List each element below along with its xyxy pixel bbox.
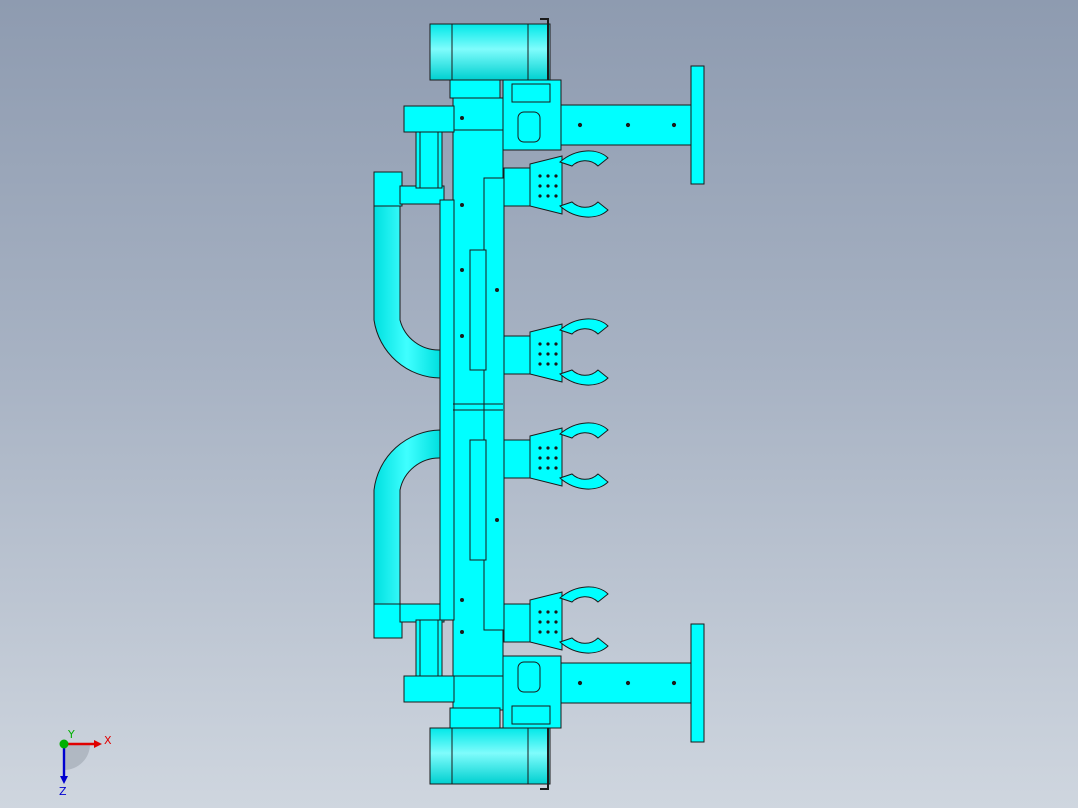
cable-chain-top (373, 171, 445, 379)
motor-block-bottom (502, 655, 562, 729)
z-axis-label: Z (59, 785, 67, 798)
bottom-wheel (429, 725, 551, 790)
mounting-arm-top (560, 65, 705, 185)
gripper-3 (503, 422, 609, 490)
motor-block-top (502, 79, 562, 151)
main-beam (439, 79, 505, 729)
cad-viewport[interactable]: X Y Z (0, 0, 1078, 808)
side-bracket-bottom (403, 619, 455, 703)
assembly-model[interactable] (0, 0, 1078, 808)
side-bracket-top (403, 105, 455, 189)
top-wheel (429, 18, 551, 83)
coordinate-triad: X Y Z (59, 728, 112, 798)
gripper-1 (503, 150, 609, 218)
y-axis-label: Y (67, 728, 75, 741)
gripper-2 (503, 318, 609, 386)
mounting-arm-bottom (560, 623, 705, 743)
gripper-4 (503, 586, 609, 654)
cable-chain-bottom (373, 429, 445, 639)
x-axis-label: X (104, 734, 112, 747)
